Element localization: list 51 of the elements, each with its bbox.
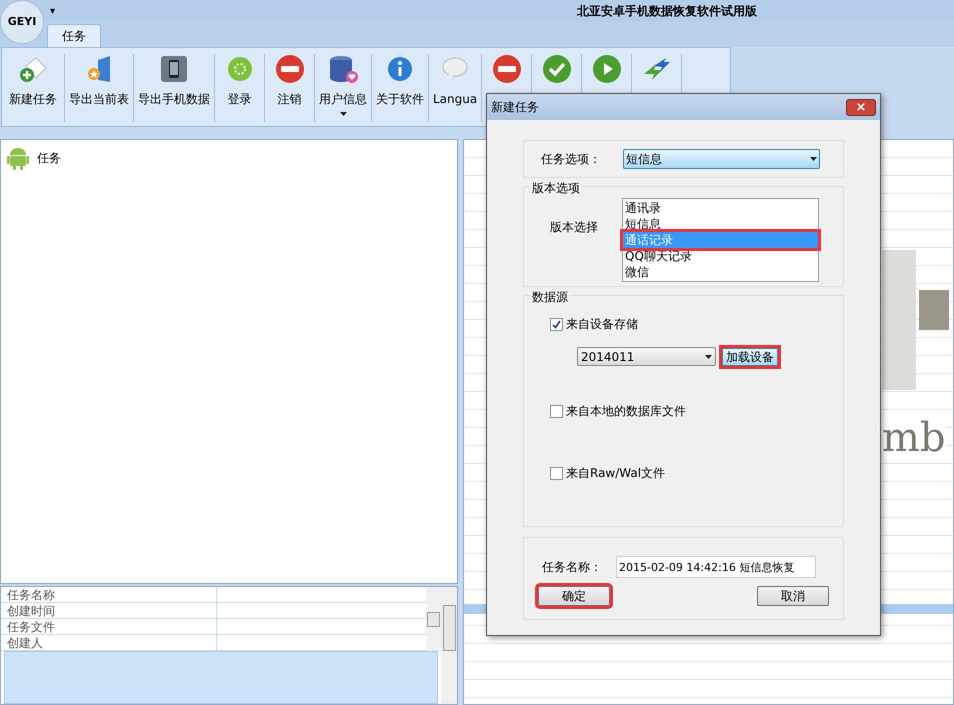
property-name: 任务文件 [1,619,217,634]
checkbox-label[interactable]: 来自本地的数据库文件 [566,402,686,420]
task-name-field[interactable]: 2015-02-09 14:42:16 短信息恢复 [616,556,816,578]
checkbox-label[interactable]: 来自Raw/Wal文件 [566,464,666,482]
toolbar-button[interactable]: 导出手机数据 [134,54,215,122]
ribbon-tab[interactable]: 任务 [47,24,101,47]
caret-icon [810,157,817,161]
stop-icon [492,54,522,84]
play-icon [592,54,622,84]
toolbar-button[interactable]: Langua [429,54,482,122]
property-name: 创建时间 [1,603,217,618]
dialog-button[interactable]: 取消 [757,586,829,606]
property-name: 创建人 [1,635,217,650]
group-title: 数据源 [530,288,570,306]
field-label: 任务名称： [541,559,603,576]
checkbox[interactable] [550,466,563,480]
toolbar-button[interactable]: 导出当前表 [65,54,134,122]
dialog-button[interactable]: 确定 [538,586,610,606]
toolbar-button[interactable]: 新建任务 [2,54,65,122]
toolbar-button[interactable]: 关于软件 [372,54,429,122]
option-item[interactable]: 微信 [623,264,818,280]
field-label: 版本选择 [550,219,598,236]
scrollbar[interactable] [441,587,457,704]
database-heart-icon [328,54,358,84]
group-title: 版本选项 [530,179,582,197]
checkbox-label[interactable]: 来自设备存储 [566,315,638,333]
stop-icon [274,54,304,84]
close-button[interactable]: × [846,98,876,116]
info-icon [385,54,415,84]
toolbar-button[interactable]: 注销 [265,54,315,122]
checkmark-icon [552,320,561,328]
caret-icon [705,354,712,358]
field-label: 任务选项： [541,151,602,168]
app-logo[interactable]: GEYI [0,0,44,44]
tree-item[interactable]: 任务 [37,149,61,167]
logo-shape [919,290,949,330]
checkbox[interactable] [550,318,563,330]
property-name: 任务名称 [1,587,217,602]
toolbar-button[interactable]: 用户信息 [315,54,372,122]
check-icon [542,54,572,84]
device-select[interactable]: 2014011 [577,347,716,366]
dialog-title: 新建任务 [491,99,539,116]
quick-access-caret[interactable]: ▾ [50,4,56,18]
checkbox[interactable] [550,404,563,418]
phone-icon [159,54,189,84]
option-item[interactable]: 通讯录 [623,200,818,216]
android-icon [7,146,29,170]
scrollbar[interactable] [426,587,441,651]
task-option-select[interactable]: 短信息 [623,149,820,169]
window-title: 北亚安卓手机数据恢复软件试用版 [577,3,758,20]
toolbar-button[interactable]: 登录 [215,54,265,122]
